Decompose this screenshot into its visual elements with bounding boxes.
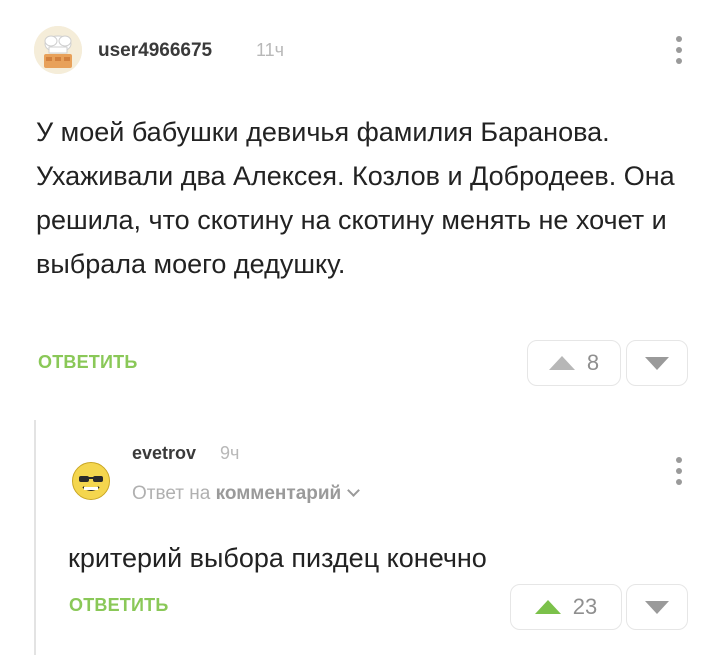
comment: user4966675 11ч У моей бабушки девичья ф… <box>0 0 720 400</box>
comment-text: У моей бабушки девичья фамилия Баранова.… <box>36 117 675 279</box>
chevron-down-icon <box>347 484 361 497</box>
downvote-button[interactable] <box>626 584 688 630</box>
more-options-icon[interactable] <box>673 457 685 487</box>
thread-line <box>34 420 36 655</box>
comment-text: критерий выбора пиздец конечно <box>68 543 487 573</box>
username[interactable]: evetrov <box>132 443 196 464</box>
avatar[interactable] <box>72 462 110 500</box>
score: 23 <box>572 594 598 619</box>
username[interactable]: user4966675 <box>98 40 212 62</box>
upvote-button[interactable]: 8 <box>527 340 621 386</box>
score: 8 <box>586 350 600 375</box>
reply-button[interactable]: ОТВЕТИТЬ <box>38 352 137 373</box>
reply-to-target: комментарий <box>215 483 342 504</box>
avatar[interactable] <box>34 26 82 74</box>
upvote-arrow-icon <box>534 600 561 614</box>
upvote-arrow-icon <box>548 356 575 370</box>
upvote-button[interactable]: 23 <box>510 584 622 630</box>
downvote-button[interactable] <box>626 340 688 386</box>
more-options-icon[interactable] <box>673 36 685 66</box>
smiley-sunglasses-avatar-icon <box>73 463 109 499</box>
comment-time: 11ч <box>256 40 285 60</box>
downvote-arrow-icon <box>645 356 669 370</box>
downvote-arrow-icon <box>645 600 669 614</box>
reply-button[interactable]: ОТВЕТИТЬ <box>69 595 168 616</box>
chef-hat-avatar-icon <box>34 26 82 74</box>
reply-to-link[interactable]: Ответ на комментарий <box>132 483 361 505</box>
comment-time: 9ч <box>220 443 240 463</box>
reply-to-prefix: Ответ на <box>132 483 211 504</box>
